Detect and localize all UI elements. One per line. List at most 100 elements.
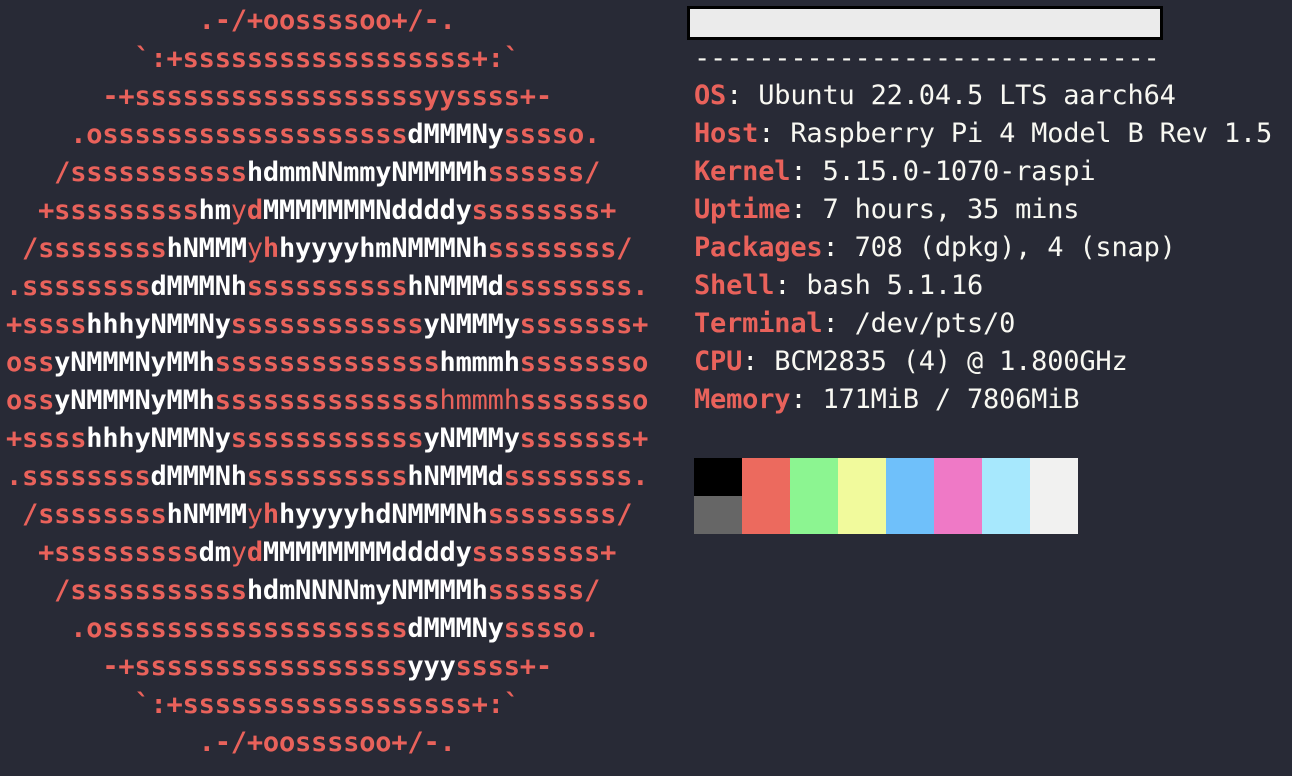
logo-segment: hhhyNMMNy xyxy=(86,309,231,340)
logo-line: /ssssssssssshdmmNNmmyNMMMMhssssss/ xyxy=(6,154,648,192)
logo-segment: sssso. xyxy=(503,119,601,150)
logo-segment: dMMMNy xyxy=(407,119,504,150)
info-row-host: Host: Raspberry Pi 4 Model B Rev 1.5 xyxy=(694,115,1272,153)
color-swatch-top-1 xyxy=(742,458,790,496)
logo-segment: ssssssss/ xyxy=(487,233,633,264)
logo-line: ossyNMMMNyMMhsssssssssssssshmmmhssssssso xyxy=(6,382,648,420)
logo-line: .osssssssssssssssssssdMMMNysssso. xyxy=(6,610,648,648)
logo-segment: sssssss+ xyxy=(519,309,649,340)
logo-line: `:+ssssssssssssssssss+:` xyxy=(6,40,648,78)
logo-segment: /ssssssss xyxy=(6,233,167,264)
logo-segment: y xyxy=(230,195,247,226)
logo-segment: hdmmNNmmyNMMMMh xyxy=(246,157,488,188)
logo-segment: ssssssssssssss xyxy=(214,347,440,378)
info-key: Packages xyxy=(694,232,823,263)
logo-segment: y xyxy=(230,537,247,568)
logo-segment: ssssssss/ xyxy=(487,499,633,530)
logo-segment: MMMMMMMMddddy xyxy=(262,537,472,568)
logo-line: +ssssssssshmydMMMMMMMNddddyssssssss+ xyxy=(6,192,648,230)
color-swatch-top-0 xyxy=(694,458,742,496)
logo-segment: oss xyxy=(6,347,55,378)
info-row-os: OS: Ubuntu 22.04.5 LTS aarch64 xyxy=(694,77,1272,115)
color-swatch-top-2 xyxy=(790,458,838,496)
info-row-packages: Packages: 708 (dpkg), 4 (snap) xyxy=(694,229,1272,267)
logo-segment: ssssssss+ xyxy=(471,537,617,568)
logo-segment: hm xyxy=(198,195,231,226)
logo-segment: .ssssssss xyxy=(6,271,151,302)
logo-segment: d xyxy=(246,195,263,226)
logo-segment: ssssssso xyxy=(519,347,649,378)
logo-segment: +sssssssss xyxy=(6,195,199,226)
info-value: 708 (dpkg), 4 (snap) xyxy=(838,232,1176,263)
logo-segment: hhhyNMMNy xyxy=(86,423,231,454)
logo-line: +sssshhhyNMMNyssssssssssssyNMMMysssssss+ xyxy=(6,420,648,458)
logo-segment: .ssssssss xyxy=(6,461,151,492)
title-separator: ----------------------------- xyxy=(694,43,1160,74)
logo-segment: ssssssssss xyxy=(246,271,408,302)
logo-segment: ssss+- xyxy=(455,651,553,682)
info-value: Raspberry Pi 4 Model B Rev 1.5 xyxy=(774,118,1273,149)
info-colon: : xyxy=(790,384,807,415)
info-rows: OS: Ubuntu 22.04.5 LTS aarch64 Host: Rasp… xyxy=(694,77,1272,419)
terminal-window[interactable]: .-/+oossssoo+/-. `:+ssssssssssssssssss+:… xyxy=(0,0,1292,776)
logo-segment: ssssss/ xyxy=(487,575,601,606)
logo-segment: ssssssss. xyxy=(503,271,649,302)
info-key: Host xyxy=(694,118,759,149)
logo-segment: d xyxy=(246,537,263,568)
logo-segment: ssssssss+ xyxy=(471,195,617,226)
logo-segment: dMMMNh xyxy=(150,461,248,492)
color-swatch-bottom-5 xyxy=(934,496,982,534)
info-colon: : xyxy=(774,270,791,301)
info-key: Kernel xyxy=(694,156,791,187)
logo-segment: ssssssssss xyxy=(246,461,408,492)
color-swatch-bottom-2 xyxy=(790,496,838,534)
logo-segment: .osssssssssssssssssss xyxy=(6,613,408,644)
logo-segment: h xyxy=(262,499,279,530)
logo-segment: ssssssss. xyxy=(503,461,649,492)
logo-line: `:+ssssssssssssssssss+:` xyxy=(6,686,648,724)
info-row-uptime: Uptime: 7 hours, 35 mins xyxy=(694,191,1272,229)
info-key: Terminal xyxy=(694,308,823,339)
logo-segment: ssssssssssss xyxy=(230,423,424,454)
info-colon: : xyxy=(726,80,743,111)
logo-segment: hNMMMd xyxy=(407,461,504,492)
color-swatch-bottom-3 xyxy=(838,496,886,534)
logo-segment: -+sssssssssssssssss xyxy=(6,651,408,682)
logo-segment: ssssssssssss xyxy=(230,309,424,340)
color-swatch-top-3 xyxy=(838,458,886,496)
logo-segment: hyyyyhdNMMMNh xyxy=(278,499,488,530)
logo-line: /sssssssshNMMMyhhyyyyhmNMMMNhssssssss/ xyxy=(6,230,648,268)
logo-line: +sssshhhyNMMNyssssssssssssyNMMMysssssss+ xyxy=(6,306,648,344)
logo-segment: .osssssssssssssssssss xyxy=(6,119,408,150)
logo-line: .ssssssssdMMMNhsssssssssshNMMMdssssssss. xyxy=(6,458,648,496)
logo-segment: hyyyyhmNMMMNh xyxy=(278,233,488,264)
color-swatch-bottom-4 xyxy=(886,496,934,534)
info-value: 7 hours, 35 mins xyxy=(806,194,1080,225)
logo-line: .osssssssssssssssssssdMMMNysssso. xyxy=(6,116,648,154)
logo-line: +sssssssssdmydMMMMMMMMddddyssssssss+ xyxy=(6,534,648,572)
info-value: bash 5.1.16 xyxy=(790,270,984,301)
logo-segment: ssssss/ xyxy=(487,157,601,188)
redacted-user-host-box xyxy=(687,6,1163,40)
info-row-memory: Memory: 171MiB / 7806MiB xyxy=(694,381,1272,419)
info-key: Shell xyxy=(694,270,775,301)
color-swatch-bottom-0 xyxy=(694,496,742,534)
logo-segment: +ssss xyxy=(6,309,87,340)
logo-segment: -+ssssssssssssssssssyyssss+- xyxy=(6,81,552,112)
info-colon: : xyxy=(822,308,839,339)
ubuntu-ascii-logo: .-/+oossssoo+/-. `:+ssssssssssssssssss+:… xyxy=(6,2,648,762)
logo-segment: /ssssssss xyxy=(6,499,167,530)
logo-segment: /sssssssssss xyxy=(6,157,247,188)
logo-segment: ssssssso xyxy=(519,385,649,416)
color-swatch-top-6 xyxy=(982,458,1030,496)
logo-line: .ssssssssdMMMNhsssssssssshNMMMdssssssss. xyxy=(6,268,648,306)
info-colon: : xyxy=(790,156,807,187)
color-swatch-top-5 xyxy=(934,458,982,496)
color-palette xyxy=(694,458,1078,534)
info-value: BCM2835 (4) @ 1.800GHz xyxy=(758,346,1128,377)
logo-segment: +sssssssss xyxy=(6,537,199,568)
info-colon: : xyxy=(742,346,759,377)
logo-segment: dm xyxy=(198,537,231,568)
info-value: /dev/pts/0 xyxy=(838,308,1016,339)
info-colon: : xyxy=(822,232,839,263)
